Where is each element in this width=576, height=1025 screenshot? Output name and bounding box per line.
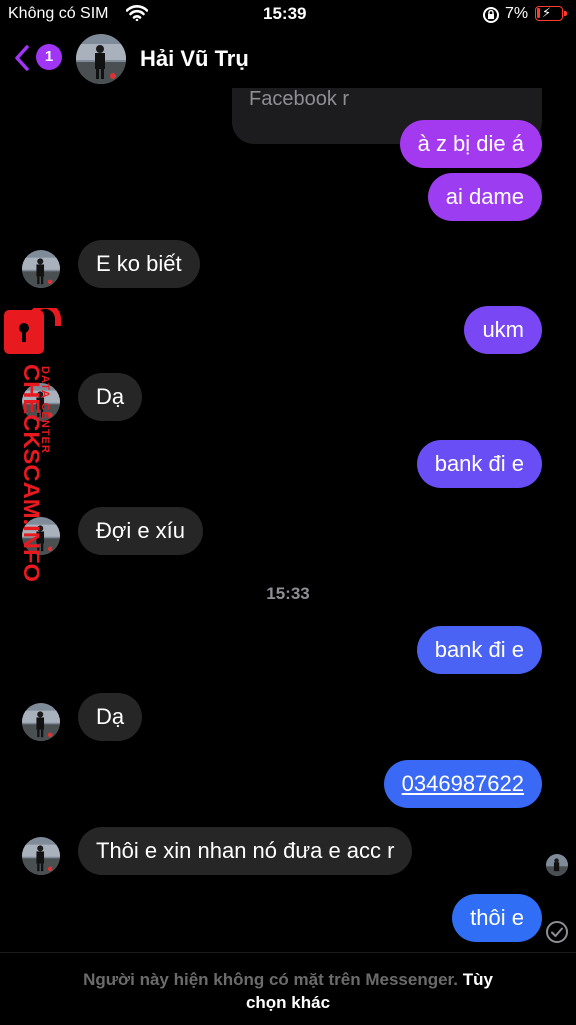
watermark: CHECKSCAM.INFO DATA CENTER <box>6 364 51 594</box>
conversation-timestamp: 15:33 <box>266 584 310 603</box>
more-options-link[interactable]: Tùy <box>463 970 493 989</box>
phone-number-link[interactable]: 0346987622 <box>383 760 542 808</box>
message-outgoing[interactable]: ukm <box>464 306 542 354</box>
message-outgoing[interactable]: ai dame <box>427 173 542 221</box>
back-button[interactable]: 1 <box>14 42 66 74</box>
message-incoming[interactable]: Dạ <box>78 373 143 421</box>
carrier-label: Không có SIM <box>8 5 109 22</box>
wifi-icon <box>125 5 149 26</box>
sender-avatar[interactable] <box>22 837 60 875</box>
status-bar: Không có SIM 15:39 7% ⚡ <box>0 0 576 30</box>
contact-avatar[interactable] <box>76 34 126 84</box>
sender-avatar[interactable] <box>22 250 60 288</box>
sender-avatar[interactable] <box>22 703 60 741</box>
message-outgoing[interactable]: thôi e <box>452 894 542 942</box>
seen-avatar <box>546 854 568 876</box>
message-incoming[interactable]: Dạ <box>78 693 143 741</box>
message-incoming[interactable]: Thôi e xin nhan nó đưa e acc r <box>78 827 413 875</box>
reply-preview-text: Facebook r <box>249 88 350 110</box>
clock: 15:39 <box>263 4 307 23</box>
unavailable-notice: Người này hiện không có mặt trên Messeng… <box>0 952 576 1025</box>
message-outgoing[interactable]: à z bị die á <box>399 120 542 168</box>
battery-percent: 7% <box>505 5 529 22</box>
contact-name[interactable]: Hải Vũ Trụ <box>140 46 249 72</box>
lock-icon <box>4 303 62 359</box>
more-options-link-cont[interactable]: chọn khác <box>246 993 330 1012</box>
message-outgoing[interactable]: bank đi e <box>416 626 542 674</box>
back-chevron-icon <box>14 44 30 77</box>
message-outgoing[interactable]: bank đi e <box>416 440 542 488</box>
sent-check-icon <box>545 920 569 949</box>
rotation-lock-icon <box>482 6 500 29</box>
message-incoming[interactable]: Đợi e xíu <box>78 507 204 555</box>
battery-icon: ⚡ <box>535 5 567 21</box>
message-incoming[interactable]: E ko biết <box>78 240 200 288</box>
unread-badge: 1 <box>36 44 62 70</box>
watermark-sub: DATA CENTER <box>39 366 51 454</box>
notice-text: Người này hiện không có mặt trên Messeng… <box>83 970 458 989</box>
